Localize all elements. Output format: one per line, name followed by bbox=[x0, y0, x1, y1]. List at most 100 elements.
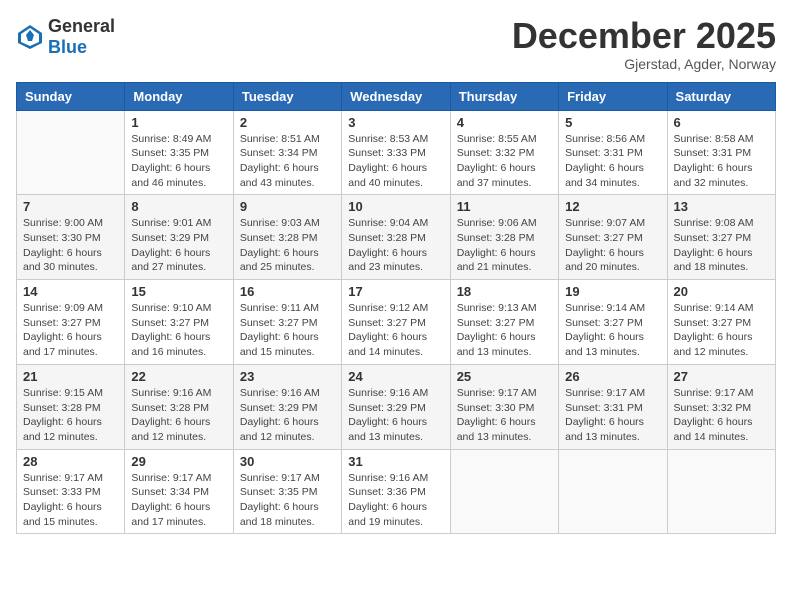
day-info: Sunrise: 9:16 AMSunset: 3:29 PMDaylight:… bbox=[240, 386, 335, 445]
day-number: 24 bbox=[348, 369, 443, 384]
table-row: 13 Sunrise: 9:08 AMSunset: 3:27 PMDayligh… bbox=[667, 195, 775, 280]
day-info: Sunrise: 9:06 AMSunset: 3:28 PMDaylight:… bbox=[457, 216, 552, 275]
day-number: 21 bbox=[23, 369, 118, 384]
day-number: 26 bbox=[565, 369, 660, 384]
day-number: 28 bbox=[23, 454, 118, 469]
table-row bbox=[559, 449, 667, 534]
day-info: Sunrise: 9:00 AMSunset: 3:30 PMDaylight:… bbox=[23, 216, 118, 275]
day-number: 6 bbox=[674, 115, 769, 130]
day-info: Sunrise: 8:58 AMSunset: 3:31 PMDaylight:… bbox=[674, 132, 769, 191]
table-row bbox=[667, 449, 775, 534]
table-row: 6 Sunrise: 8:58 AMSunset: 3:31 PMDaylight… bbox=[667, 110, 775, 195]
table-row: 29 Sunrise: 9:17 AMSunset: 3:34 PMDayligh… bbox=[125, 449, 233, 534]
day-number: 25 bbox=[457, 369, 552, 384]
logo-text: General Blue bbox=[48, 16, 115, 58]
table-row: 15 Sunrise: 9:10 AMSunset: 3:27 PMDayligh… bbox=[125, 280, 233, 365]
table-row: 25 Sunrise: 9:17 AMSunset: 3:30 PMDayligh… bbox=[450, 364, 558, 449]
calendar-week-row: 7 Sunrise: 9:00 AMSunset: 3:30 PMDaylight… bbox=[17, 195, 776, 280]
logo-general: General bbox=[48, 16, 115, 36]
day-info: Sunrise: 9:04 AMSunset: 3:28 PMDaylight:… bbox=[348, 216, 443, 275]
table-row: 30Sunrise: 9:17 AMSunset: 3:35 PMDayligh… bbox=[233, 449, 341, 534]
table-row: 14Sunrise: 9:09 AMSunset: 3:27 PMDayligh… bbox=[17, 280, 125, 365]
table-row: 22 Sunrise: 9:16 AMSunset: 3:28 PMDayligh… bbox=[125, 364, 233, 449]
day-number: 17 bbox=[348, 284, 443, 299]
day-info: Sunrise: 9:17 AMSunset: 3:30 PMDaylight:… bbox=[457, 386, 552, 445]
day-number: 10 bbox=[348, 199, 443, 214]
table-row: 8 Sunrise: 9:01 AMSunset: 3:29 PMDaylight… bbox=[125, 195, 233, 280]
day-info: Sunrise: 8:56 AMSunset: 3:31 PMDaylight:… bbox=[565, 132, 660, 191]
calendar-week-row: 21 Sunrise: 9:15 AMSunset: 3:28 PMDayligh… bbox=[17, 364, 776, 449]
table-row bbox=[450, 449, 558, 534]
day-info: Sunrise: 8:51 AMSunset: 3:34 PMDaylight:… bbox=[240, 132, 335, 191]
day-number: 16 bbox=[240, 284, 335, 299]
table-row: 3 Sunrise: 8:53 AMSunset: 3:33 PMDaylight… bbox=[342, 110, 450, 195]
day-info: Sunrise: 9:14 AMSunset: 3:27 PMDaylight:… bbox=[565, 301, 660, 360]
table-row: 12 Sunrise: 9:07 AMSunset: 3:27 PMDayligh… bbox=[559, 195, 667, 280]
logo-icon bbox=[16, 23, 44, 51]
calendar-week-row: 14Sunrise: 9:09 AMSunset: 3:27 PMDayligh… bbox=[17, 280, 776, 365]
day-info: Sunrise: 9:17 AMSunset: 3:34 PMDaylight:… bbox=[131, 471, 226, 530]
day-number: 5 bbox=[565, 115, 660, 130]
table-row: 4Sunrise: 8:55 AMSunset: 3:32 PMDaylight… bbox=[450, 110, 558, 195]
col-tuesday: Tuesday bbox=[233, 82, 341, 110]
day-number: 8 bbox=[131, 199, 226, 214]
day-number: 12 bbox=[565, 199, 660, 214]
table-row: 9Sunrise: 9:03 AMSunset: 3:28 PMDaylight… bbox=[233, 195, 341, 280]
day-number: 29 bbox=[131, 454, 226, 469]
day-number: 2 bbox=[240, 115, 335, 130]
day-info: Sunrise: 9:12 AMSunset: 3:27 PMDaylight:… bbox=[348, 301, 443, 360]
day-info: Sunrise: 9:13 AMSunset: 3:27 PMDaylight:… bbox=[457, 301, 552, 360]
day-number: 13 bbox=[674, 199, 769, 214]
day-info: Sunrise: 9:10 AMSunset: 3:27 PMDaylight:… bbox=[131, 301, 226, 360]
table-row: 16Sunrise: 9:11 AMSunset: 3:27 PMDayligh… bbox=[233, 280, 341, 365]
day-number: 27 bbox=[674, 369, 769, 384]
table-row: 2 Sunrise: 8:51 AMSunset: 3:34 PMDaylight… bbox=[233, 110, 341, 195]
table-row: 28 Sunrise: 9:17 AMSunset: 3:33 PMDayligh… bbox=[17, 449, 125, 534]
table-row: 7 Sunrise: 9:00 AMSunset: 3:30 PMDaylight… bbox=[17, 195, 125, 280]
day-number: 3 bbox=[348, 115, 443, 130]
day-number: 15 bbox=[131, 284, 226, 299]
logo-blue: Blue bbox=[48, 37, 87, 57]
table-row: 23Sunrise: 9:16 AMSunset: 3:29 PMDayligh… bbox=[233, 364, 341, 449]
month-title: December 2025 bbox=[512, 16, 776, 56]
calendar-header-row: Sunday Monday Tuesday Wednesday Thursday… bbox=[17, 82, 776, 110]
table-row: 10 Sunrise: 9:04 AMSunset: 3:28 PMDayligh… bbox=[342, 195, 450, 280]
table-row: 18Sunrise: 9:13 AMSunset: 3:27 PMDayligh… bbox=[450, 280, 558, 365]
day-number: 1 bbox=[131, 115, 226, 130]
day-info: Sunrise: 9:16 AMSunset: 3:28 PMDaylight:… bbox=[131, 386, 226, 445]
page-header: General Blue December 2025 Gjerstad, Agd… bbox=[16, 16, 776, 72]
table-row: 1Sunrise: 8:49 AMSunset: 3:35 PMDaylight… bbox=[125, 110, 233, 195]
day-info: Sunrise: 9:17 AMSunset: 3:32 PMDaylight:… bbox=[674, 386, 769, 445]
table-row bbox=[17, 110, 125, 195]
day-info: Sunrise: 9:16 AMSunset: 3:29 PMDaylight:… bbox=[348, 386, 443, 445]
day-info: Sunrise: 8:53 AMSunset: 3:33 PMDaylight:… bbox=[348, 132, 443, 191]
col-thursday: Thursday bbox=[450, 82, 558, 110]
table-row: 17 Sunrise: 9:12 AMSunset: 3:27 PMDayligh… bbox=[342, 280, 450, 365]
col-sunday: Sunday bbox=[17, 82, 125, 110]
logo: General Blue bbox=[16, 16, 115, 58]
table-row: 11Sunrise: 9:06 AMSunset: 3:28 PMDayligh… bbox=[450, 195, 558, 280]
day-info: Sunrise: 9:01 AMSunset: 3:29 PMDaylight:… bbox=[131, 216, 226, 275]
title-area: December 2025 Gjerstad, Agder, Norway bbox=[512, 16, 776, 72]
day-info: Sunrise: 9:07 AMSunset: 3:27 PMDaylight:… bbox=[565, 216, 660, 275]
table-row: 26Sunrise: 9:17 AMSunset: 3:31 PMDayligh… bbox=[559, 364, 667, 449]
table-row: 5 Sunrise: 8:56 AMSunset: 3:31 PMDaylight… bbox=[559, 110, 667, 195]
day-number: 9 bbox=[240, 199, 335, 214]
table-row: 27 Sunrise: 9:17 AMSunset: 3:32 PMDayligh… bbox=[667, 364, 775, 449]
day-info: Sunrise: 9:17 AMSunset: 3:33 PMDaylight:… bbox=[23, 471, 118, 530]
day-info: Sunrise: 9:08 AMSunset: 3:27 PMDaylight:… bbox=[674, 216, 769, 275]
day-number: 19 bbox=[565, 284, 660, 299]
col-wednesday: Wednesday bbox=[342, 82, 450, 110]
table-row: 19 Sunrise: 9:14 AMSunset: 3:27 PMDayligh… bbox=[559, 280, 667, 365]
day-info: Sunrise: 9:16 AMSunset: 3:36 PMDaylight:… bbox=[348, 471, 443, 530]
day-info: Sunrise: 9:17 AMSunset: 3:35 PMDaylight:… bbox=[240, 471, 335, 530]
day-number: 7 bbox=[23, 199, 118, 214]
table-row: 24 Sunrise: 9:16 AMSunset: 3:29 PMDayligh… bbox=[342, 364, 450, 449]
day-info: Sunrise: 9:15 AMSunset: 3:28 PMDaylight:… bbox=[23, 386, 118, 445]
day-number: 22 bbox=[131, 369, 226, 384]
day-number: 31 bbox=[348, 454, 443, 469]
table-row: 21 Sunrise: 9:15 AMSunset: 3:28 PMDayligh… bbox=[17, 364, 125, 449]
col-monday: Monday bbox=[125, 82, 233, 110]
day-info: Sunrise: 8:55 AMSunset: 3:32 PMDaylight:… bbox=[457, 132, 552, 191]
table-row: 20Sunrise: 9:14 AMSunset: 3:27 PMDayligh… bbox=[667, 280, 775, 365]
